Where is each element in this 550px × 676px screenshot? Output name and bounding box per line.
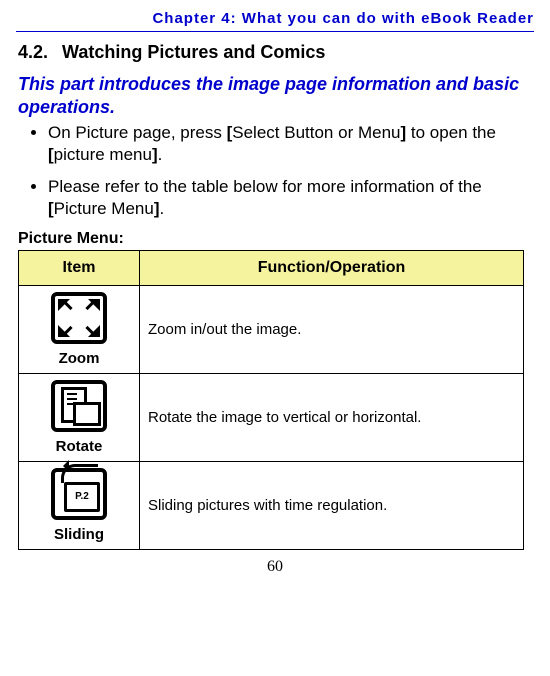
item-cell-rotate: Rotate bbox=[19, 374, 140, 462]
menu-name: picture menu bbox=[54, 145, 152, 164]
item-cell-zoom: Zoom bbox=[19, 286, 140, 374]
desc-cell: Sliding pictures with time regulation. bbox=[140, 462, 524, 550]
page-content: 4.2. Watching Pictures and Comics This pa… bbox=[0, 42, 550, 550]
rotate-icon bbox=[51, 380, 107, 432]
zoom-icon bbox=[51, 292, 107, 344]
text: On Picture page, press bbox=[48, 123, 227, 142]
table-row: Zoom Zoom in/out the image. bbox=[19, 286, 524, 374]
instruction-item: Please refer to the table below for more… bbox=[48, 176, 532, 220]
text: . bbox=[158, 145, 163, 164]
desc-cell: Rotate the image to vertical or horizont… bbox=[140, 374, 524, 462]
item-label: Sliding bbox=[54, 526, 104, 543]
intro-text: This part introduces the image page info… bbox=[18, 73, 532, 118]
section-number: 4.2. bbox=[18, 42, 48, 62]
col-header-function: Function/Operation bbox=[140, 251, 524, 286]
table-row: Rotate Rotate the image to vertical or h… bbox=[19, 374, 524, 462]
section-title: 4.2. Watching Pictures and Comics bbox=[18, 42, 532, 63]
chapter-header: Chapter 4: What you can do with eBook Re… bbox=[0, 0, 550, 29]
instruction-list: On Picture page, press [Select Button or… bbox=[18, 122, 532, 220]
text: Please refer to the table below for more… bbox=[48, 177, 482, 196]
table-header-row: Item Function/Operation bbox=[19, 251, 524, 286]
instruction-item: On Picture page, press [Select Button or… bbox=[48, 122, 532, 166]
button-name: Select Button or Menu bbox=[232, 123, 400, 142]
picture-menu-table: Item Function/Operation Zoom Zoom in/out… bbox=[18, 250, 524, 550]
section-heading: Watching Pictures and Comics bbox=[62, 42, 325, 62]
menu-name: Picture Menu bbox=[54, 199, 154, 218]
sliding-icon: P.2 bbox=[51, 468, 107, 520]
item-cell-sliding: P.2 Sliding bbox=[19, 462, 140, 550]
header-rule bbox=[16, 31, 534, 32]
slide-page-label: P.2 bbox=[64, 482, 100, 512]
item-label: Zoom bbox=[59, 350, 100, 367]
page-number: 60 bbox=[0, 558, 550, 576]
table-row: P.2 Sliding Sliding pictures with time r… bbox=[19, 462, 524, 550]
item-label: Rotate bbox=[56, 438, 103, 455]
table-title: Picture Menu: bbox=[18, 230, 532, 248]
text: to open the bbox=[406, 123, 496, 142]
col-header-item: Item bbox=[19, 251, 140, 286]
desc-cell: Zoom in/out the image. bbox=[140, 286, 524, 374]
text: . bbox=[160, 199, 165, 218]
